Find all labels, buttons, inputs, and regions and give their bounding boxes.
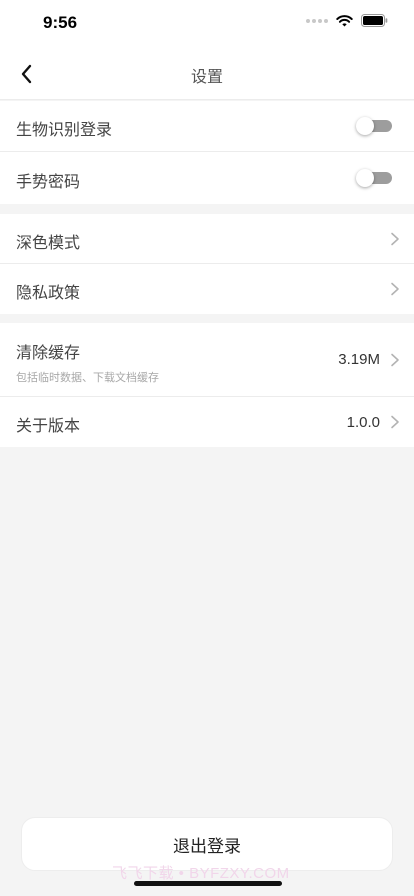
- biometric-login-label: 生物识别登录: [16, 120, 113, 139]
- clear-cache-row[interactable]: 清除缓存 包括临时数据、下载文档缓存 3.19M: [0, 323, 414, 397]
- gesture-password-row: 手势密码: [0, 152, 414, 204]
- toggle-knob: [356, 169, 374, 187]
- biometric-login-row: 生物识别登录: [0, 101, 414, 152]
- chevron-right-icon: [391, 415, 399, 429]
- home-indicator: [134, 881, 282, 886]
- clear-cache-description: 包括临时数据、下载文档缓存: [16, 371, 159, 384]
- biometric-login-toggle[interactable]: [356, 117, 392, 135]
- wifi-icon: [336, 14, 353, 27]
- nav-bar: 设置: [0, 48, 414, 100]
- status-time: 9:56: [43, 13, 78, 32]
- status-icons: [306, 14, 388, 27]
- gesture-password-toggle[interactable]: [356, 169, 392, 187]
- signal-icon: [306, 18, 328, 23]
- clear-cache-label: 清除缓存: [16, 343, 81, 362]
- settings-screen: 9:56 设置 生物识别登录 手势密码 深色模式 隐私政策 清除缓存 包括临时数…: [0, 0, 414, 896]
- chevron-right-icon: [391, 232, 399, 246]
- dark-mode-label: 深色模式: [16, 233, 81, 252]
- gesture-password-label: 手势密码: [16, 172, 81, 191]
- toggle-knob: [356, 117, 374, 135]
- page-title: 设置: [190, 67, 223, 86]
- chevron-right-icon: [391, 353, 399, 367]
- general-group: 深色模式 隐私政策: [0, 214, 414, 314]
- dark-mode-row[interactable]: 深色模式: [0, 214, 414, 264]
- cache-size-value: 3.19M: [338, 351, 380, 368]
- about-version-row[interactable]: 关于版本 1.0.0: [0, 397, 414, 447]
- chevron-right-icon: [391, 282, 399, 296]
- watermark: 飞飞下载 • BYFZXY.COM: [112, 865, 290, 882]
- about-version-label: 关于版本: [16, 416, 81, 435]
- storage-group: 清除缓存 包括临时数据、下载文档缓存 3.19M 关于版本 1.0.0: [0, 323, 414, 447]
- security-group: 生物识别登录 手势密码: [0, 101, 414, 204]
- version-value: 1.0.0: [346, 414, 380, 431]
- battery-icon: [361, 14, 388, 27]
- status-bar: 9:56: [0, 0, 414, 48]
- privacy-policy-row[interactable]: 隐私政策: [0, 264, 414, 314]
- privacy-policy-label: 隐私政策: [16, 283, 81, 302]
